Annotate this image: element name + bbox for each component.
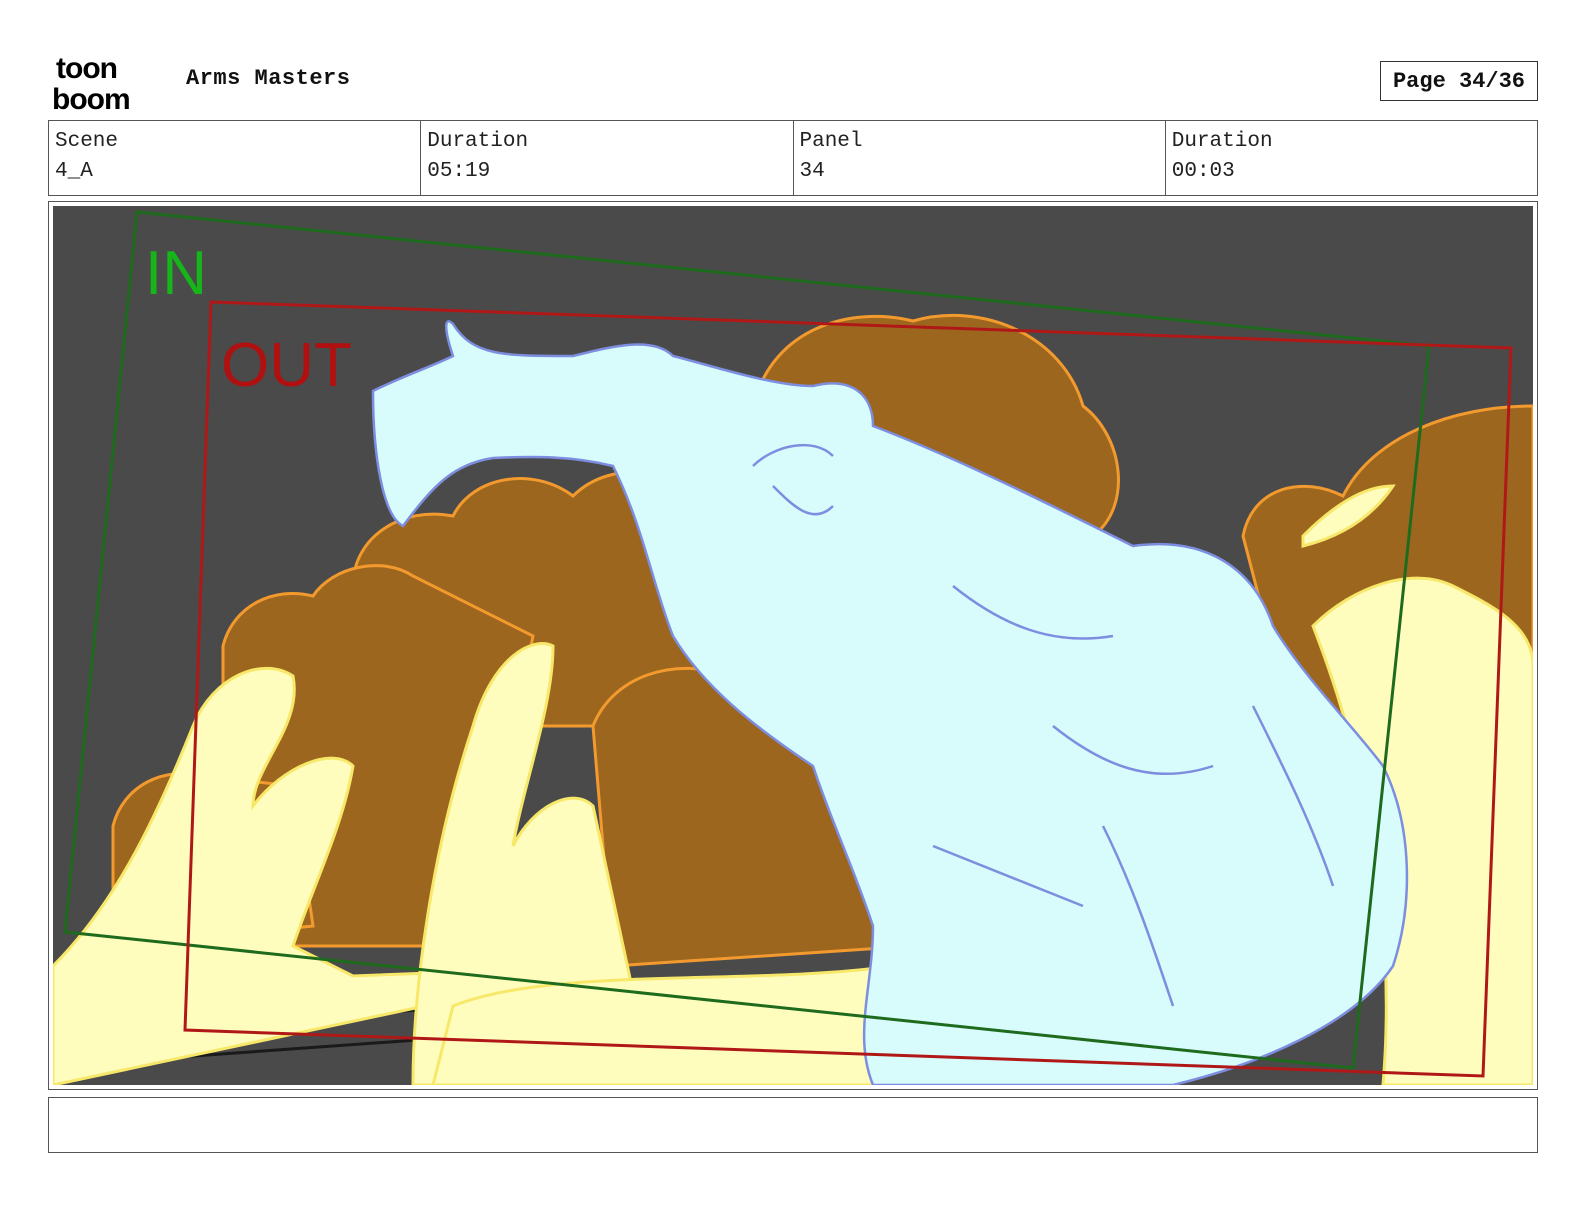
panel-value: 34 — [799, 160, 825, 183]
scene-duration-value: 05:19 — [427, 160, 491, 183]
panel-duration-label: Duration — [1171, 130, 1273, 153]
scene-value: 4_A — [55, 160, 93, 183]
page-indicator: Page 34/36 — [1380, 61, 1538, 101]
panel-artwork: IN OUT — [53, 206, 1533, 1085]
scene-duration-cell: Duration 05:19 — [421, 121, 794, 195]
logo-text-top: toon — [56, 52, 117, 85]
panel-duration-cell: Duration 00:03 — [1166, 121, 1537, 195]
out-frame-label: OUT — [221, 331, 352, 400]
storyboard-panel: IN OUT — [48, 201, 1538, 1090]
project-title: Arms Masters — [186, 66, 351, 91]
scene-label: Scene — [55, 130, 119, 153]
panel-label: Panel — [799, 130, 863, 153]
in-frame-label: IN — [145, 239, 207, 308]
panel-cell: Panel 34 — [794, 121, 1166, 195]
panel-duration-value: 00:03 — [1171, 160, 1235, 183]
panel-notes-box — [48, 1097, 1538, 1153]
logo-text-bottom: boom — [52, 83, 130, 112]
toonboom-logo: toon boom — [52, 52, 131, 112]
scene-duration-label: Duration — [427, 130, 529, 153]
scene-info-row: Scene 4_A Duration 05:19 Panel 34 Durati… — [48, 120, 1538, 196]
scene-cell: Scene 4_A — [49, 121, 422, 195]
